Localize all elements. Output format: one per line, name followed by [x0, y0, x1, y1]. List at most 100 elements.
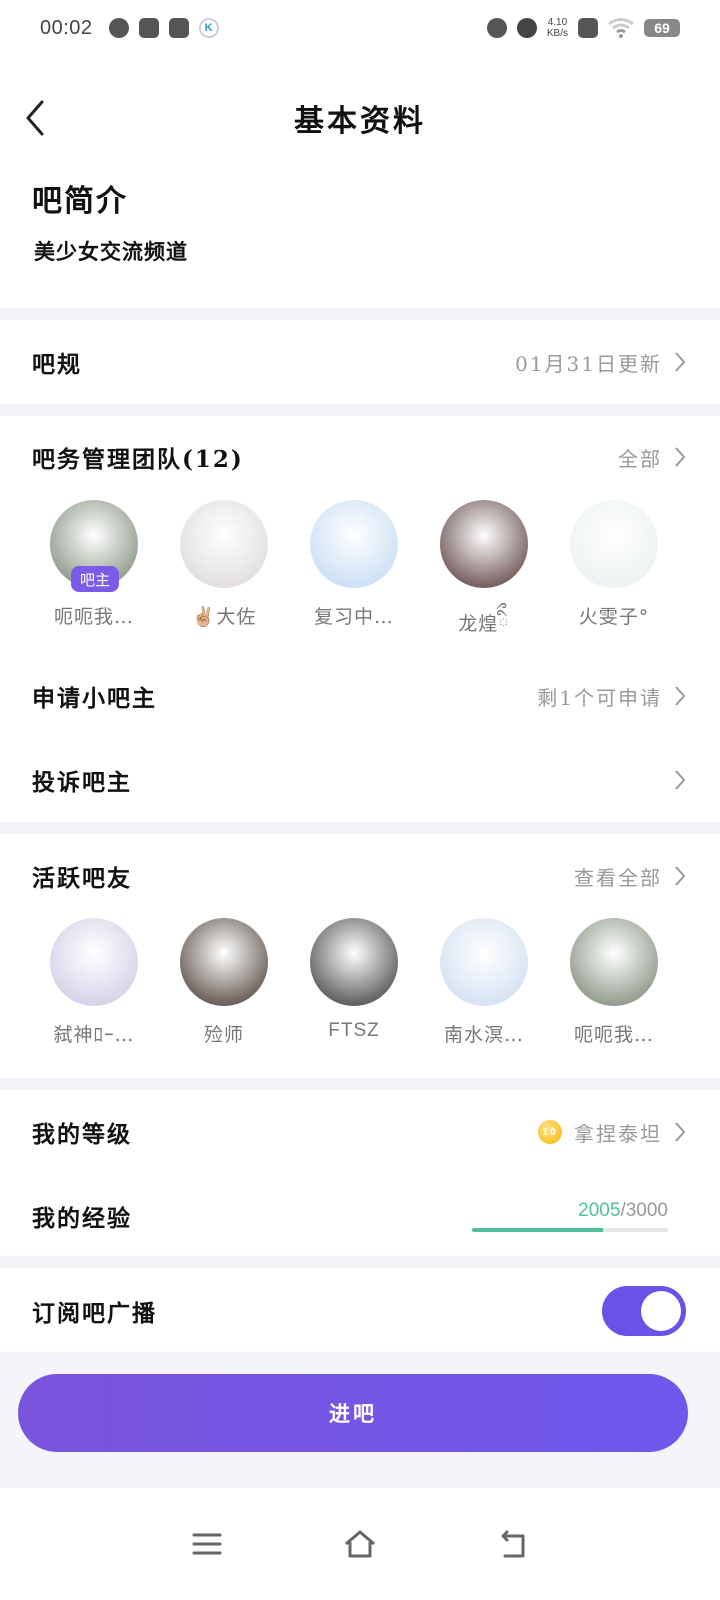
active-view-all: 查看全部	[574, 865, 662, 890]
exp-bar	[472, 1228, 668, 1232]
team-all: 全部	[618, 446, 662, 471]
level-right: 10 拿捏泰坦	[538, 1118, 686, 1147]
complain-label: 投诉吧主	[32, 769, 132, 796]
apply-remaining: 剩1个可申请	[537, 685, 662, 710]
active-right: 查看全部	[574, 862, 686, 891]
active-member[interactable]: 呃呃我…	[570, 918, 658, 1047]
page-title: 基本资料	[294, 104, 426, 139]
subscribe-right	[602, 1286, 686, 1336]
chevron-right-icon	[675, 770, 686, 790]
active-avatars: 弑神ﾛｰ… 殓师 FTSZ 南水溟… 呃呃我…	[0, 918, 720, 1047]
divider	[0, 1078, 720, 1090]
mail-icon	[138, 18, 159, 38]
play-icon	[168, 18, 189, 38]
penguin-icon	[108, 18, 129, 38]
chevron-right-icon	[675, 686, 686, 706]
status-bar: 00:02 K 4.10 KB/s 69	[0, 0, 720, 56]
complain-right	[674, 769, 686, 791]
team-member[interactable]: ✌🏼大佐	[180, 500, 268, 656]
team-member[interactable]: 复习中…	[310, 500, 398, 656]
member-name: 殓师	[203, 1024, 244, 1046]
avatar	[180, 918, 268, 1006]
member-name: 呃呃我…	[573, 1024, 654, 1046]
network-speed-value: 4.10	[547, 17, 568, 28]
divider	[0, 404, 720, 416]
apply-row[interactable]: 申请小吧主 剩1个可申请	[0, 664, 720, 728]
subscribe-row: 订阅吧广播	[0, 1279, 720, 1343]
active-member[interactable]: 弑神ﾛｰ…	[50, 918, 138, 1047]
sim-off-icon	[578, 18, 598, 38]
team-member[interactable]: 吧主 呃呃我…	[50, 500, 138, 656]
team-label: 吧务管理团队(12)	[32, 446, 244, 473]
avatar	[310, 500, 398, 588]
chevron-right-icon	[675, 1122, 686, 1142]
intro-title: 吧简介	[32, 184, 128, 219]
apply-label: 申请小吧主	[32, 685, 157, 712]
member-name: FTSZ	[328, 1020, 380, 1041]
chevron-right-icon	[675, 447, 686, 467]
network-speed: 4.10 KB/s	[547, 17, 568, 39]
nav-bar: 基本资料	[0, 90, 720, 146]
apply-right: 剩1个可申请	[537, 682, 686, 711]
wifi-icon	[608, 18, 634, 38]
rules-label: 吧规	[32, 351, 82, 378]
exp-total: /3000	[620, 1200, 668, 1221]
notification-icons: K	[108, 18, 219, 38]
subscribe-label: 订阅吧广播	[32, 1300, 157, 1327]
avatar	[440, 500, 528, 588]
chevron-right-icon	[675, 352, 686, 372]
back-arrow-icon[interactable]	[495, 1526, 531, 1562]
divider	[0, 1256, 720, 1268]
avatar	[440, 918, 528, 1006]
level-label: 我的等级	[32, 1121, 132, 1148]
menu-icon[interactable]	[189, 1526, 225, 1562]
rules-row[interactable]: 吧规 01月31日更新	[0, 330, 720, 394]
status-time: 00:02	[40, 16, 93, 39]
complain-row[interactable]: 投诉吧主	[0, 748, 720, 812]
enter-forum-button[interactable]: 进吧	[18, 1374, 688, 1452]
exp-current: 2005	[578, 1200, 621, 1221]
level-row[interactable]: 我的等级 10 拿捏泰坦	[0, 1100, 720, 1164]
chevron-left-icon[interactable]	[22, 98, 50, 138]
member-name: ✌🏼大佐	[191, 606, 257, 628]
team-row[interactable]: 吧务管理团队(12) 全部	[0, 425, 720, 489]
rules-right: 01月31日更新	[515, 348, 686, 377]
avatar	[180, 500, 268, 588]
active-member[interactable]: 南水溟…	[440, 918, 528, 1047]
chevron-right-icon	[675, 866, 686, 886]
alarm-icon	[486, 18, 507, 38]
owner-badge: 吧主	[71, 566, 119, 592]
level-title: 拿捏泰坦	[574, 1121, 662, 1146]
member-name: 复习中…	[313, 606, 394, 628]
avatar	[570, 500, 658, 588]
team-member[interactable]: 龙煌ིྀ	[440, 500, 528, 656]
status-right: 4.10 KB/s 69	[486, 17, 680, 39]
member-name: 南水溟…	[443, 1024, 524, 1046]
exp-progress: 2005/3000	[472, 1200, 668, 1232]
active-row[interactable]: 活跃吧友 查看全部	[0, 844, 720, 908]
rules-updated: 01月31日更新	[515, 351, 662, 376]
avatar	[570, 918, 658, 1006]
home-icon[interactable]	[342, 1526, 378, 1562]
active-label: 活跃吧友	[32, 865, 132, 892]
active-member[interactable]: 殓师	[180, 918, 268, 1047]
subscribe-toggle[interactable]	[602, 1286, 686, 1336]
level-badge-icon: 10	[538, 1120, 562, 1144]
divider	[0, 822, 720, 834]
avatar	[310, 918, 398, 1006]
active-member[interactable]: FTSZ	[310, 918, 398, 1047]
exp-bar-fill	[472, 1228, 603, 1232]
network-speed-unit: KB/s	[546, 28, 568, 39]
team-member[interactable]: 火雯子°	[570, 500, 658, 656]
exp-label: 我的经验	[32, 1205, 132, 1232]
intro-text: 美少女交流频道	[34, 239, 188, 264]
avatar	[50, 918, 138, 1006]
divider	[0, 308, 720, 320]
system-nav-bar	[0, 1488, 720, 1600]
member-name: 弑神ﾛｰ…	[53, 1024, 135, 1046]
battery-indicator: 69	[644, 19, 680, 37]
member-name: 龙煌ིྀ	[458, 613, 510, 635]
member-name: 呃呃我…	[53, 606, 134, 628]
exp-value: 2005/3000	[472, 1200, 668, 1222]
moon-icon	[516, 18, 537, 38]
